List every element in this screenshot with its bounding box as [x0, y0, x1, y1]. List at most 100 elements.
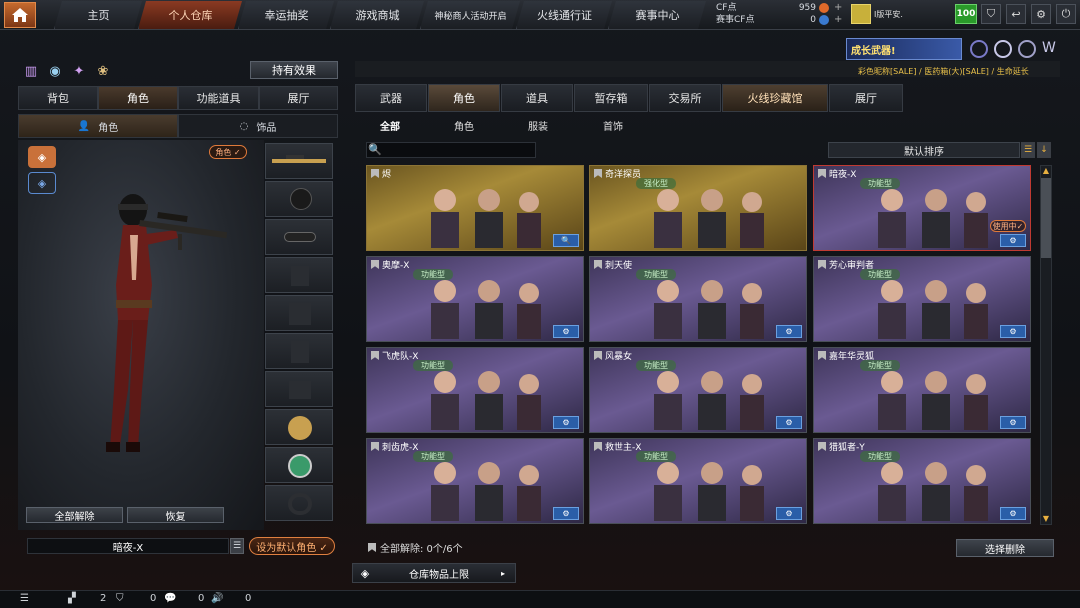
right-tab-collection[interactable]: 火线珍藏馆 — [722, 84, 828, 112]
character-card[interactable]: 救世主-X 功能型 ⚙ — [589, 438, 807, 524]
slot-gloves[interactable] — [265, 333, 333, 369]
slot-vest[interactable] — [265, 257, 333, 293]
character-card[interactable]: 飞虎队-X 功能型 ⚙ — [366, 347, 584, 433]
menu-icon[interactable]: ☰ — [20, 593, 29, 604]
set-default-character-button[interactable]: 设为默认角色 ✓ — [249, 537, 335, 555]
select-delete-button[interactable]: 选择删除 — [956, 539, 1054, 557]
add-cf-icon[interactable]: + — [834, 2, 842, 14]
card-action-button[interactable]: ⚙ — [1000, 416, 1026, 429]
filter-clothing[interactable]: 服装 — [510, 116, 566, 134]
restore-button[interactable]: 恢复 — [127, 507, 224, 523]
nav-tab-store[interactable]: 游戏商城 — [330, 1, 424, 29]
card-action-button[interactable]: 🔍 — [553, 234, 579, 247]
shield-icon[interactable]: ⛉ — [981, 4, 1001, 24]
character-card[interactable]: 暗夜-X 功能型 使用中✓ ⚙ — [813, 165, 1031, 251]
character-card[interactable]: 奇洋探员 强化型 — [589, 165, 807, 251]
character-card[interactable]: 风暴女 功能型 ⚙ — [589, 347, 807, 433]
slot-boots[interactable] — [265, 371, 333, 407]
search-input[interactable] — [366, 142, 536, 158]
promo-icon-2[interactable] — [994, 40, 1012, 58]
storage-capacity-button[interactable]: ◈ 仓库物品上限 ▸ — [352, 563, 516, 583]
nav-tab-mystery-merchant[interactable]: 神秘商人活动开启 — [420, 1, 520, 29]
home-icon[interactable] — [4, 2, 36, 28]
scroll-down-icon[interactable]: ▼ — [1040, 513, 1052, 524]
filter-jewelry[interactable]: 首饰 — [585, 116, 641, 134]
card-action-button[interactable]: ⚙ — [1000, 325, 1026, 338]
character-card[interactable]: 刺齿虎-X 功能型 ⚙ — [366, 438, 584, 524]
sort-select[interactable]: 默认排序 — [828, 142, 1020, 158]
card-action-button[interactable]: ⚙ — [553, 507, 579, 520]
spray-icon[interactable]: ✦ — [70, 62, 88, 80]
card-action-button[interactable]: ⚙ — [553, 325, 579, 338]
slot-body[interactable] — [265, 295, 333, 331]
left-tab-function-items[interactable]: 功能道具 — [178, 86, 259, 110]
list-icon[interactable]: ☰ — [230, 538, 244, 554]
messages-count: 0 — [150, 593, 157, 604]
right-tab-exchange[interactable]: 交易所 — [649, 84, 721, 112]
character-card[interactable]: 猎狐者-Y 功能型 ⚙ — [813, 438, 1031, 524]
stats-icon[interactable]: ▥ — [22, 62, 40, 80]
left-tab-showroom[interactable]: 展厅 — [259, 86, 338, 110]
filter-character[interactable]: 角色 — [436, 116, 492, 134]
character-portraits — [431, 189, 541, 248]
scroll-up-icon[interactable]: ▲ — [1040, 165, 1052, 176]
friends-counter[interactable]: ▞ — [68, 593, 76, 604]
add-event-cf-icon[interactable]: + — [834, 14, 842, 26]
card-action-button[interactable]: ⚙ — [1000, 234, 1026, 247]
release-all-button[interactable]: 全部解除 — [26, 507, 123, 523]
character-card[interactable]: 烬 🔍 — [366, 165, 584, 251]
right-tab-showroom[interactable]: 展厅 — [829, 84, 903, 112]
card-action-button[interactable]: ⚙ — [776, 507, 802, 520]
right-tab-temp-box[interactable]: 暂存箱 — [574, 84, 648, 112]
promo-icon-4[interactable]: W — [1042, 40, 1056, 56]
promo-icon-3[interactable] — [1018, 40, 1036, 58]
slot-pet[interactable] — [265, 409, 333, 445]
sort-direction-icon[interactable]: ↓ — [1037, 142, 1051, 158]
speaker-icon[interactable]: 🔊 — [211, 593, 223, 604]
effects-button[interactable]: 持有效果 — [250, 61, 338, 79]
slot-ring[interactable] — [265, 485, 333, 521]
bookmark-icon — [371, 351, 379, 360]
nav-tab-personal-storage[interactable]: 个人仓库 — [138, 1, 242, 29]
promo-banner[interactable]: 成长武器! W — [846, 38, 1064, 60]
right-tab-character[interactable]: 角色 — [428, 84, 500, 112]
sort-list-icon[interactable]: ☰ — [1021, 142, 1035, 158]
character-card[interactable]: 刺天使 功能型 ⚙ — [589, 256, 807, 342]
avatar[interactable] — [851, 4, 871, 24]
left-tab-backpack[interactable]: 背包 — [18, 86, 98, 110]
back-icon[interactable]: ↩ — [1006, 4, 1026, 24]
growth-weapon-banner[interactable]: 成长武器! — [846, 38, 962, 60]
chat-icon[interactable]: 💬 — [164, 593, 176, 604]
nav-tab-lucky-draw[interactable]: 幸运抽奖 — [238, 1, 334, 29]
character-card[interactable]: 嘉年华灵狐 功能型 ⚙ — [813, 347, 1031, 433]
gear-icon[interactable]: ⚙ — [1031, 4, 1051, 24]
power-icon[interactable]: ⏻ — [1056, 4, 1076, 24]
nav-tab-events[interactable]: 赛事中心 — [608, 1, 706, 29]
card-action-button[interactable]: ⚙ — [776, 416, 802, 429]
slot-weapon[interactable] — [265, 143, 333, 179]
card-action-button[interactable]: ⚙ — [553, 416, 579, 429]
shield-small-icon[interactable]: ⛉ — [116, 593, 124, 604]
character-effect-icon[interactable]: ◈ — [28, 146, 56, 168]
card-action-button[interactable]: ⚙ — [776, 325, 802, 338]
scrollbar-thumb[interactable] — [1041, 178, 1051, 258]
promo-icon-1[interactable] — [970, 40, 988, 58]
character-card[interactable]: 奥摩-X 功能型 ⚙ — [366, 256, 584, 342]
eye-icon[interactable]: ◉ — [46, 62, 64, 80]
filter-all[interactable]: 全部 — [362, 116, 418, 134]
slot-charm[interactable] — [265, 447, 333, 483]
subtab-character[interactable]: 👤 角色 — [18, 114, 178, 138]
subtab-accessory[interactable]: ◌ 饰品 — [178, 114, 338, 138]
left-tab-character[interactable]: 角色 — [98, 86, 178, 110]
right-tab-weapon[interactable]: 武器 — [355, 84, 427, 112]
slot-headgear[interactable] — [265, 181, 333, 217]
nav-tab-battle-pass[interactable]: 火线通行证 — [516, 1, 612, 29]
character-alt-icon[interactable]: ◈ — [28, 172, 56, 194]
nav-tab-home[interactable]: 主页 — [54, 1, 142, 29]
character-card[interactable]: 芳心审判者 功能型 ⚙ — [813, 256, 1031, 342]
bag-icon[interactable]: ❀ — [94, 62, 112, 80]
card-action-button[interactable]: ⚙ — [1000, 507, 1026, 520]
right-tab-items[interactable]: 道具 — [501, 84, 573, 112]
sale-ticker[interactable]: 彩色昵称[SALE] / 医药箱(大)[SALE] / 生命延长 — [858, 66, 1063, 77]
slot-glasses[interactable] — [265, 219, 333, 255]
